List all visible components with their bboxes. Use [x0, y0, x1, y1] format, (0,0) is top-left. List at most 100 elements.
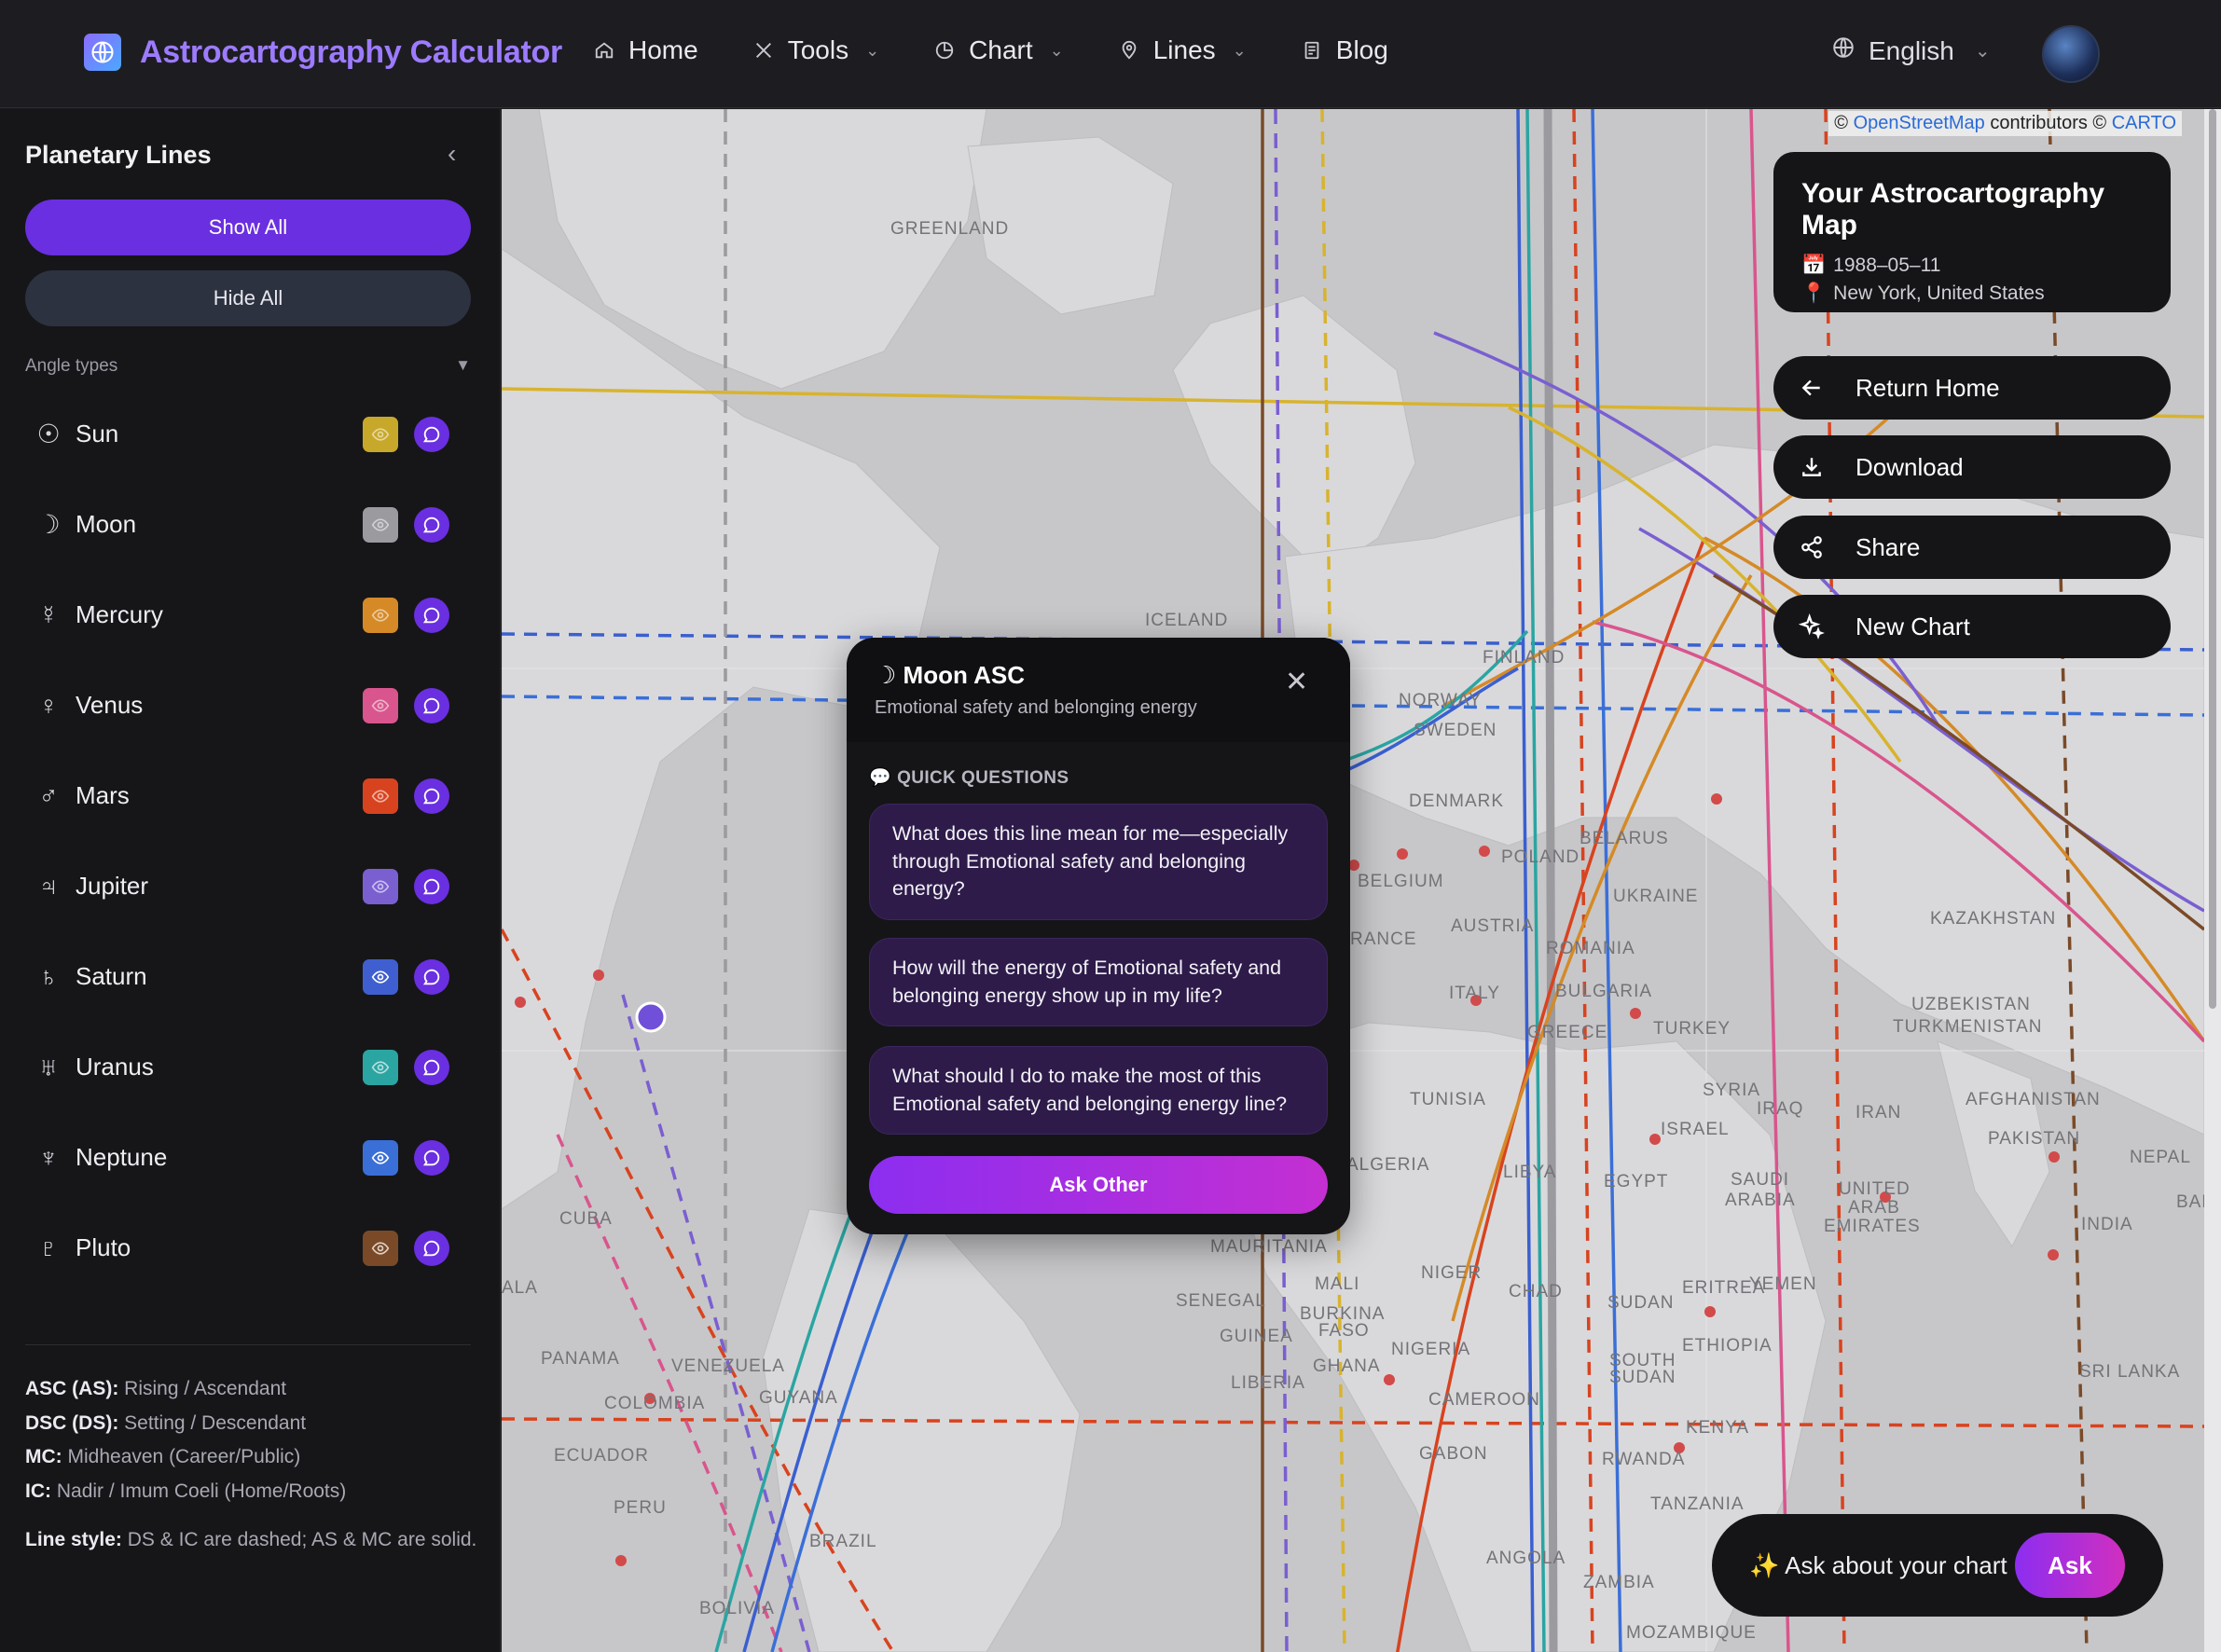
planet-name: Mars — [76, 781, 130, 809]
eye-toggle-icon[interactable] — [363, 1139, 398, 1176]
top-navigation-bar: Astrocartography Calculator Home Tools ⌄… — [0, 0, 2221, 108]
eye-toggle-icon[interactable] — [363, 958, 398, 995]
chat-bubble-icon[interactable] — [414, 506, 449, 543]
map-label: CHAD — [1509, 1282, 1563, 1301]
angle-types-toggle[interactable]: Angle types ▼ — [25, 356, 471, 377]
share-button[interactable]: Share — [1773, 516, 2171, 579]
nav-tools[interactable]: Tools ⌄ — [752, 35, 879, 65]
ask-button[interactable]: Ask — [2015, 1533, 2125, 1598]
quick-questions-text: QUICK QUESTIONS — [897, 768, 1069, 788]
map-label: TURKMENISTAN — [1893, 1017, 2042, 1037]
map-label: UKRAINE — [1613, 887, 1698, 906]
download-label: Download — [1855, 452, 1964, 481]
map-label: ZAMBIA — [1583, 1573, 1655, 1592]
birth-date: 1988–05–11 — [1833, 255, 1941, 276]
nav-home[interactable]: Home — [593, 35, 698, 65]
scrollbar-thumb[interactable] — [2209, 109, 2216, 1009]
moon-glyph-icon: ☽ — [36, 510, 61, 539]
map-label: IRAQ — [1757, 1099, 1803, 1119]
carto-link[interactable]: CARTO — [2112, 113, 2176, 133]
legend-key: MC: — [25, 1446, 62, 1467]
planet-list: ☉ Sun ☽ Moon ☿ Mercury ♀ Venus ♂ Mars ♃ … — [25, 389, 471, 1293]
page-scrollbar[interactable] — [2204, 109, 2221, 1652]
legend-value: Setting / Descendant — [124, 1411, 307, 1434]
hide-all-button[interactable]: Hide All — [25, 270, 471, 326]
world-map[interactable]: GREENLAND ICELAND NORWAY SWEDEN FINLAND … — [502, 109, 2204, 1652]
openstreetmap-link[interactable]: OpenStreetMap — [1854, 113, 1985, 133]
brand-title: Astrocartography Calculator — [140, 34, 562, 70]
planet-row-sun: ☉ Sun — [25, 389, 471, 479]
eye-toggle-icon[interactable] — [363, 1049, 398, 1085]
eye-toggle-icon[interactable] — [363, 868, 398, 904]
planet-row-mercury: ☿ Mercury — [25, 570, 471, 660]
eye-toggle-icon[interactable] — [363, 687, 398, 723]
map-label: KENYA — [1686, 1418, 1749, 1438]
chat-bubble-icon[interactable] — [414, 778, 449, 814]
quick-questions-label: 💬 QUICK QUESTIONS — [869, 766, 1069, 789]
birth-location-marker[interactable] — [635, 1001, 667, 1033]
map-label: TANZANIA — [1650, 1494, 1745, 1514]
map-label: UZBEKISTAN — [1911, 995, 2031, 1014]
show-all-button[interactable]: Show All — [25, 200, 471, 255]
pin-icon — [1118, 39, 1140, 62]
new-chart-button[interactable]: New Chart — [1773, 595, 2171, 658]
download-button[interactable]: Download — [1773, 435, 2171, 499]
map-label: NEPAL — [2130, 1148, 2191, 1167]
chat-bubble-icon[interactable] — [414, 1230, 449, 1266]
eye-toggle-icon[interactable] — [363, 416, 398, 452]
info-date-row: 📅 1988–05–11 — [1801, 255, 2143, 277]
eye-toggle-icon[interactable] — [363, 1230, 398, 1266]
planet-name: Mercury — [76, 600, 163, 628]
close-icon[interactable]: ✕ — [1285, 666, 1308, 698]
map-label: DENMARK — [1409, 792, 1504, 811]
quick-question-3[interactable]: What should I do to make the most of thi… — [869, 1046, 1328, 1135]
language-selector[interactable]: English ⌄ — [1831, 35, 1991, 66]
ask-other-button[interactable]: Ask Other — [869, 1156, 1328, 1214]
eye-toggle-icon[interactable] — [363, 778, 398, 814]
map-canvas: GREENLAND ICELAND NORWAY SWEDEN FINLAND … — [502, 109, 2204, 1652]
planet-row-saturn: ♄ Saturn — [25, 931, 471, 1022]
chat-bubble-icon[interactable] — [414, 416, 449, 452]
map-label: SRI LANKA — [2079, 1362, 2180, 1382]
brand-link[interactable]: Astrocartography Calculator — [84, 34, 562, 71]
ask-prompt-text[interactable]: ✨ Ask about your chart — [1749, 1551, 2007, 1580]
globe-icon — [1831, 35, 1855, 66]
planet-row-neptune: ♆ Neptune — [25, 1112, 471, 1203]
legend-value: DS & IC are dashed; AS & MC are solid. — [127, 1529, 477, 1550]
map-label: EMIRATES — [1824, 1217, 1921, 1236]
chat-bubble-icon[interactable] — [414, 597, 449, 633]
sidebar-divider — [25, 1344, 471, 1345]
sun-glyph-icon: ☉ — [36, 420, 61, 448]
nav-lines[interactable]: Lines ⌄ — [1118, 35, 1247, 65]
attribution-prefix: © — [1834, 113, 1849, 133]
map-label: GUINEA — [1220, 1327, 1293, 1346]
nav-blog[interactable]: Blog — [1301, 35, 1388, 65]
chat-bubble-icon[interactable] — [414, 1139, 449, 1176]
legend-value: Nadir / Imum Coeli (Home/Roots) — [56, 1480, 347, 1502]
chevron-down-icon: ⌄ — [1232, 40, 1247, 60]
speech-bubble-icon: 💬 — [869, 768, 892, 788]
eye-toggle-icon[interactable] — [363, 597, 398, 633]
user-avatar[interactable] — [2042, 25, 2100, 83]
nav-chart-label: Chart — [969, 35, 1033, 64]
quick-question-2[interactable]: How will the energy of Emotional safety … — [869, 938, 1328, 1026]
collapse-sidebar-icon[interactable]: ‹ — [448, 139, 456, 169]
map-label: MALI — [1315, 1274, 1359, 1294]
map-label: BELGIUM — [1358, 872, 1444, 891]
chat-bubble-icon[interactable] — [414, 1049, 449, 1085]
quick-question-1[interactable]: What does this line mean for me—especial… — [869, 804, 1328, 920]
chat-bubble-icon[interactable] — [414, 687, 449, 723]
return-home-button[interactable]: Return Home — [1773, 356, 2171, 420]
eye-toggle-icon[interactable] — [363, 506, 398, 543]
pluto-glyph-icon: ♇ — [38, 1232, 59, 1262]
chat-bubble-icon[interactable] — [414, 958, 449, 995]
share-label: Share — [1855, 532, 1921, 561]
map-label: IRAN — [1855, 1103, 1901, 1122]
map-label: NORWAY — [1399, 691, 1482, 710]
angle-types-label: Angle types — [25, 356, 118, 376]
chevron-down-icon: ⌄ — [1974, 41, 1991, 62]
chat-bubble-icon[interactable] — [414, 868, 449, 904]
map-label: PAKISTAN — [1988, 1129, 2080, 1149]
nav-chart[interactable]: Chart ⌄ — [933, 35, 1064, 65]
nav-home-label: Home — [628, 35, 698, 64]
